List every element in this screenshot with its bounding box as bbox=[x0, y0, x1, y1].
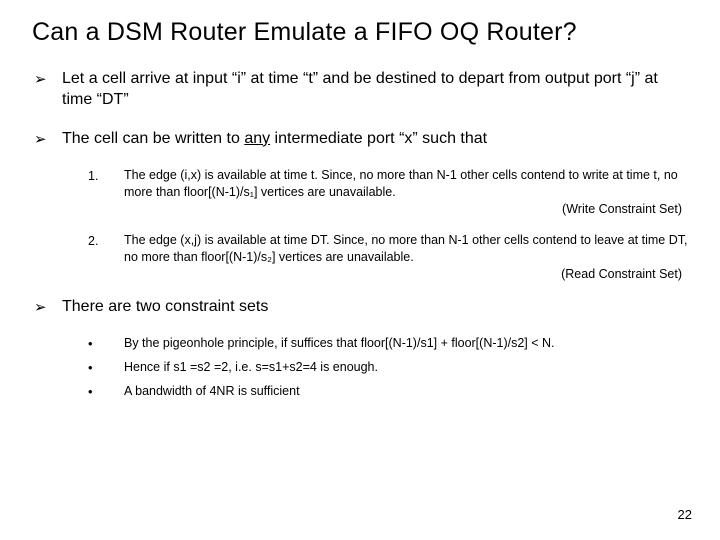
numbered-list: 1. The edge (i,x) is available at time t… bbox=[88, 167, 688, 282]
bullet-dot-icon: • bbox=[88, 335, 124, 353]
b2-pre: The cell can be written to bbox=[62, 130, 244, 147]
slide-title: Can a DSM Router Emulate a FIFO OQ Route… bbox=[32, 18, 688, 47]
main-list: ➢ Let a cell arrive at input “i” at time… bbox=[32, 69, 688, 149]
write-constraint-note: (Write Constraint Set) bbox=[124, 201, 688, 218]
num-item-2: 2. The edge (x,j) is available at time D… bbox=[88, 232, 688, 283]
chevron-icon: ➢ bbox=[34, 297, 62, 318]
bullet-dot-icon: • bbox=[88, 383, 124, 401]
num-text-2: The edge (x,j) is available at time DT. … bbox=[124, 232, 688, 283]
dot-item-3: • A bandwidth of 4NR is sufficient bbox=[88, 383, 688, 401]
dot-text-1: By the pigeonhole principle, if suffices… bbox=[124, 335, 688, 352]
page-number: 22 bbox=[678, 507, 692, 522]
num-body-2: The edge (x,j) is available at time DT. … bbox=[124, 233, 687, 264]
bullet-item-3: ➢ There are two constraint sets bbox=[34, 297, 688, 318]
bullet-item-1: ➢ Let a cell arrive at input “i” at time… bbox=[34, 69, 688, 111]
num-body-1: The edge (i,x) is available at time t. S… bbox=[124, 168, 678, 199]
dot-item-2: • Hence if s1 =s2 =2, i.e. s=s1+s2=4 is … bbox=[88, 359, 688, 377]
num-text-1: The edge (i,x) is available at time t. S… bbox=[124, 167, 688, 218]
slide: Can a DSM Router Emulate a FIFO OQ Route… bbox=[0, 0, 720, 540]
bullet-text-3: There are two constraint sets bbox=[62, 297, 688, 318]
dot-list: • By the pigeonhole principle, if suffic… bbox=[88, 335, 688, 400]
read-constraint-note: (Read Constraint Set) bbox=[124, 266, 688, 283]
bullet-item-2: ➢ The cell can be written to any interme… bbox=[34, 129, 688, 150]
dot-text-3: A bandwidth of 4NR is sufficient bbox=[124, 383, 688, 400]
bullet-text-2: The cell can be written to any intermedi… bbox=[62, 129, 688, 150]
main-list-2: ➢ There are two constraint sets bbox=[32, 297, 688, 318]
b2-any: any bbox=[244, 130, 270, 147]
num-marker: 2. bbox=[88, 232, 124, 250]
b2-post: intermediate port “x” such that bbox=[270, 130, 487, 147]
chevron-icon: ➢ bbox=[34, 69, 62, 90]
bullet-dot-icon: • bbox=[88, 359, 124, 377]
chevron-icon: ➢ bbox=[34, 129, 62, 150]
num-item-1: 1. The edge (i,x) is available at time t… bbox=[88, 167, 688, 218]
dot-item-1: • By the pigeonhole principle, if suffic… bbox=[88, 335, 688, 353]
dot-text-2: Hence if s1 =s2 =2, i.e. s=s1+s2=4 is en… bbox=[124, 359, 688, 376]
num-marker: 1. bbox=[88, 167, 124, 185]
bullet-text-1: Let a cell arrive at input “i” at time “… bbox=[62, 69, 688, 111]
